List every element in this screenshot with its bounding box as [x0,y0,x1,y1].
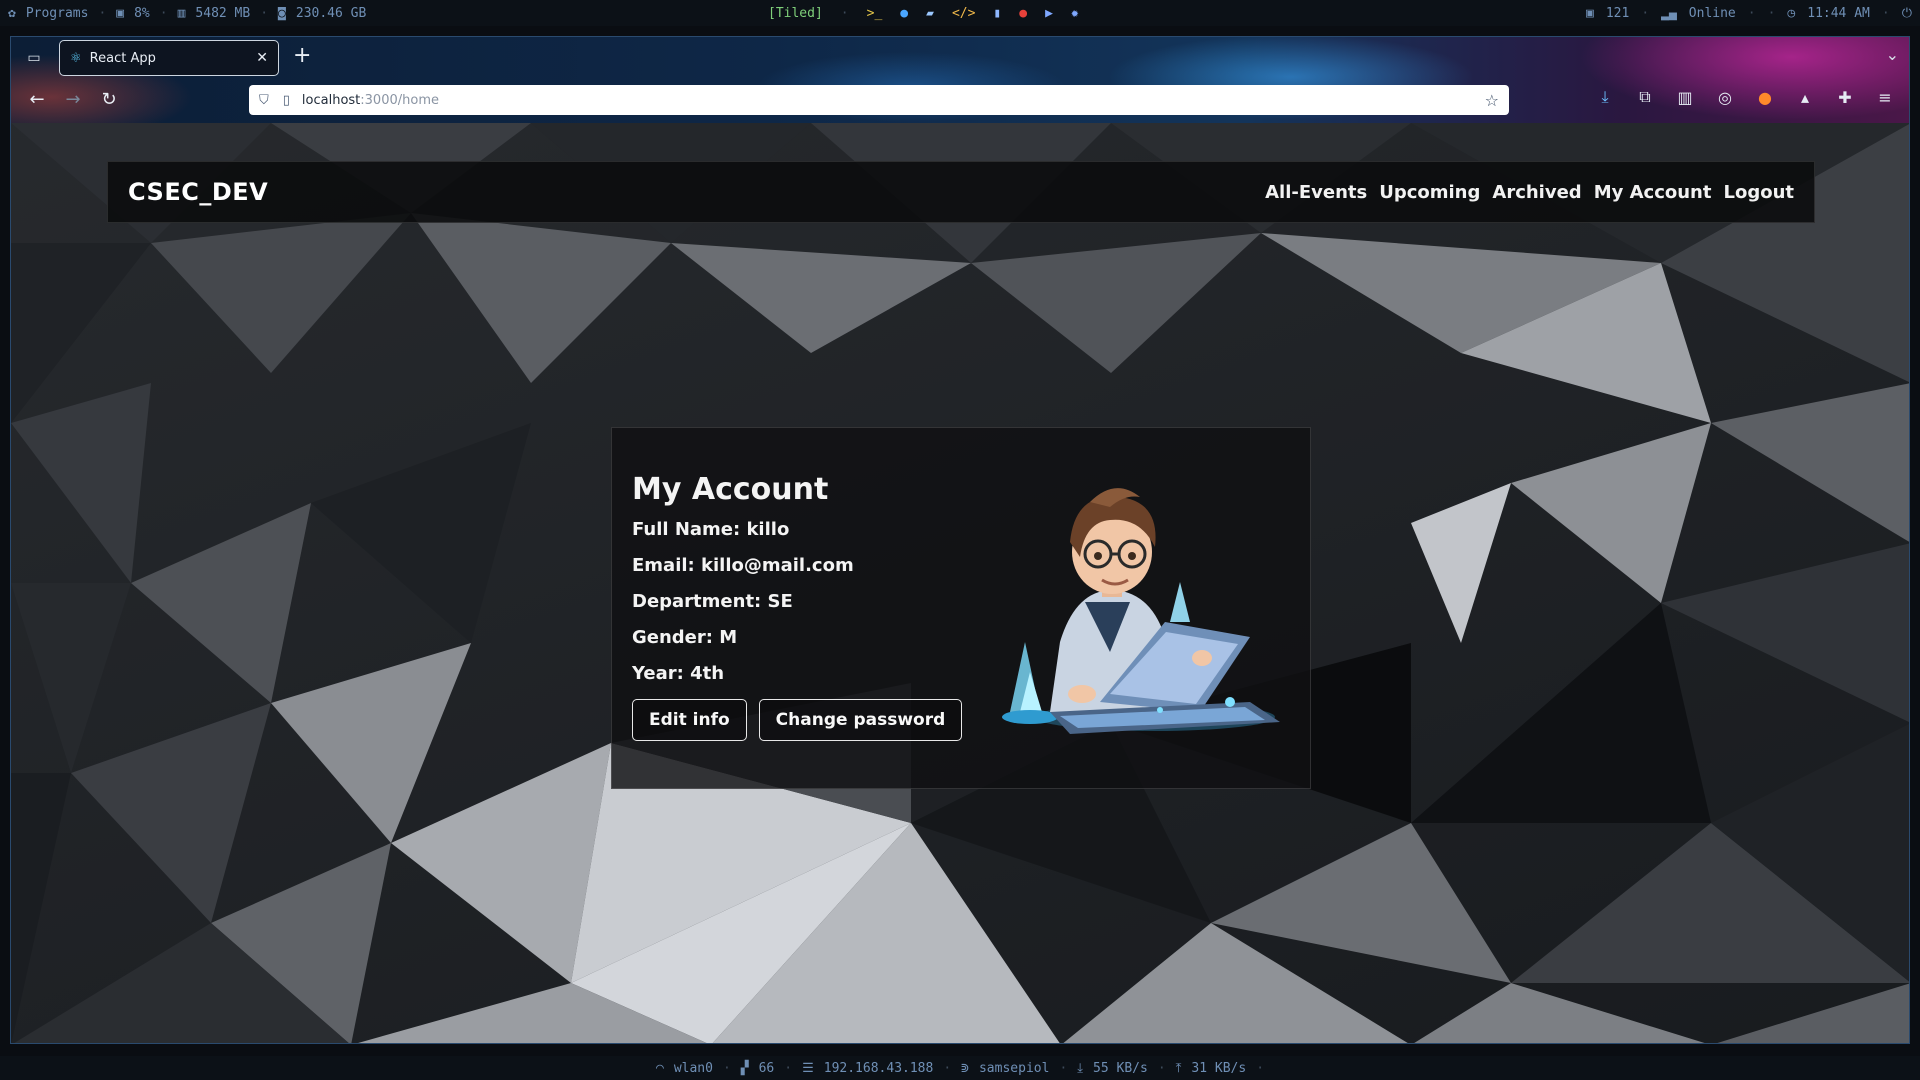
app-navbar: CSEC_DEV All-Events Upcoming Archived My… [107,161,1815,223]
account-card: My Account Full Name: killo Email: killo… [611,427,1311,789]
tab-title: React App [89,50,156,66]
tab-list-icon[interactable]: ▭ [23,47,45,69]
web-page: CSEC_DEV All-Events Upcoming Archived My… [11,123,1909,1043]
signal-icon: ▞ [740,1060,749,1076]
upload-speed: 31 KB/s [1191,1060,1247,1076]
clock-icon: ◷ [1787,5,1796,21]
menu-icon[interactable]: ≡ [1875,88,1895,107]
wifi-icon: ◠ [655,1060,664,1076]
settings-icon[interactable]: ✹ [1071,6,1079,21]
nav-all-events[interactable]: All-Events [1265,182,1367,203]
brand-logo[interactable]: CSEC_DEV [128,178,268,206]
system-bottom-bar: ◠ wlan0 · ▞ 66 · ☰ 192.168.43.188 · ⋑ sa… [0,1056,1920,1080]
power-icon[interactable]: ⏻ [1902,6,1912,21]
separator: · [1157,1060,1166,1076]
programs-icon[interactable]: ✿ [8,6,16,21]
separator: · [1881,5,1890,21]
new-tab-icon[interactable]: + [293,45,311,67]
firefox-icon[interactable]: ● [900,6,908,21]
nav-archived[interactable]: Archived [1492,182,1581,203]
updates-icon: ▣ [1586,5,1594,21]
network-status[interactable]: Online [1689,6,1736,21]
extensions-icon[interactable]: ⧉ [1635,87,1655,107]
browser-toolbar: ⤓ ⧉ ▥ ◎ ● ▴ ✚ ≡ [1595,87,1895,107]
separator: · [1747,5,1756,21]
layout-indicator[interactable]: [Tiled] [768,6,823,21]
ip-address: 192.168.43.188 [823,1060,934,1076]
cookie-icon[interactable]: ◎ [1715,88,1735,107]
programs-label[interactable]: Programs [26,6,89,21]
disk-usage: 230.46 GB [295,5,367,21]
system-status: ▣ 121 · ▂▄ Online · · ◷ 11:44 AM · ⏻ [1586,6,1912,21]
separator: · [1256,1060,1265,1076]
close-tab-icon[interactable]: ✕ [256,50,268,66]
memory-usage: 5482 MB [195,5,251,21]
wifi-signal: 66 [758,1060,775,1076]
memory-icon: ▥ [177,5,186,21]
change-password-button[interactable]: Change password [758,699,963,741]
book-icon[interactable]: ▮ [993,6,1001,21]
react-icon: ⚛ [70,50,82,66]
back-arrow-icon[interactable]: ← [25,87,49,111]
bookmark-star-icon[interactable]: ☆ [1485,91,1499,110]
sidebar-icon[interactable]: ▥ [1675,88,1695,107]
browser-tab-active[interactable]: ⚛ React App ✕ [59,40,279,76]
firefox-account-icon[interactable]: ● [1755,88,1775,107]
forward-arrow-icon[interactable]: → [61,87,85,111]
separator: · [943,1060,952,1076]
nav-upcoming[interactable]: Upcoming [1379,182,1480,203]
page-icon[interactable]: ▯ [283,93,290,108]
edit-info-button[interactable]: Edit info [632,699,747,741]
workspace-launchers: [Tiled] · >_ ● ▰ </> ▮ ● ▶ ✹ [768,6,1586,21]
chevron-down-icon[interactable]: ⌄ [1886,45,1899,64]
download-speed: 55 KB/s [1093,1060,1148,1076]
ssid-name: samsepiol [978,1060,1050,1076]
separator: · [1641,5,1650,21]
terminal-icon[interactable]: >_ [867,6,883,21]
system-stats: ✿ Programs · ▣ 8% · ▥ 5482 MB · ◙ 230.46… [8,6,768,21]
upload-speed-icon: ⤒ [1175,1060,1182,1076]
browser-chrome: ▭ ⚛ React App ✕ + ⌄ ← → ↻ ⛉ ▯ localhost … [11,37,1909,123]
cpu-icon: ▣ [116,5,125,21]
updates-count[interactable]: 121 [1606,6,1629,21]
download-icon[interactable]: ⤓ [1595,87,1615,107]
nav-links: All-Events Upcoming Archived My Account … [1265,182,1794,203]
separator: · [784,1060,793,1076]
download-speed-icon: ⤓ [1077,1060,1084,1076]
ip-icon: ☰ [802,1060,814,1076]
separator: · [1767,5,1776,21]
addon-icon[interactable]: ▴ [1795,88,1815,107]
shield-icon[interactable]: ⛉ [259,93,269,108]
separator: · [722,1060,731,1076]
separator: · [98,5,107,21]
separator: · [1059,1060,1068,1076]
nav-my-account[interactable]: My Account [1594,182,1712,203]
code-icon[interactable]: </> [952,6,975,21]
chat-icon[interactable]: ● [1019,6,1027,21]
url-path: :3000/home [360,92,439,108]
video-icon[interactable]: ▶ [1045,6,1053,21]
folder-icon[interactable]: ▰ [926,6,934,21]
developer-avatar-illustration [1002,488,1280,734]
clock-time: 11:44 AM [1807,5,1870,21]
wifi-interface: wlan0 [673,1060,713,1076]
system-top-bar: ✿ Programs · ▣ 8% · ▥ 5482 MB · ◙ 230.46… [0,0,1920,26]
cpu-usage: 8% [134,5,150,21]
network-icon: ▂▄ [1661,5,1677,21]
pin-icon[interactable]: ✚ [1835,88,1855,107]
url-host: localhost [301,92,361,108]
ssid-icon: ⋑ [961,1060,969,1076]
nav-logout[interactable]: Logout [1723,182,1794,203]
reload-icon[interactable]: ↻ [97,87,121,111]
separator: · [159,5,168,21]
separator: · [260,5,269,21]
disk-icon: ◙ [278,5,286,21]
address-bar[interactable]: ⛉ ▯ localhost :3000/home ☆ [249,85,1509,115]
separator: · [840,5,849,21]
browser-window: ▭ ⚛ React App ✕ + ⌄ ← → ↻ ⛉ ▯ localhost … [10,36,1910,1044]
